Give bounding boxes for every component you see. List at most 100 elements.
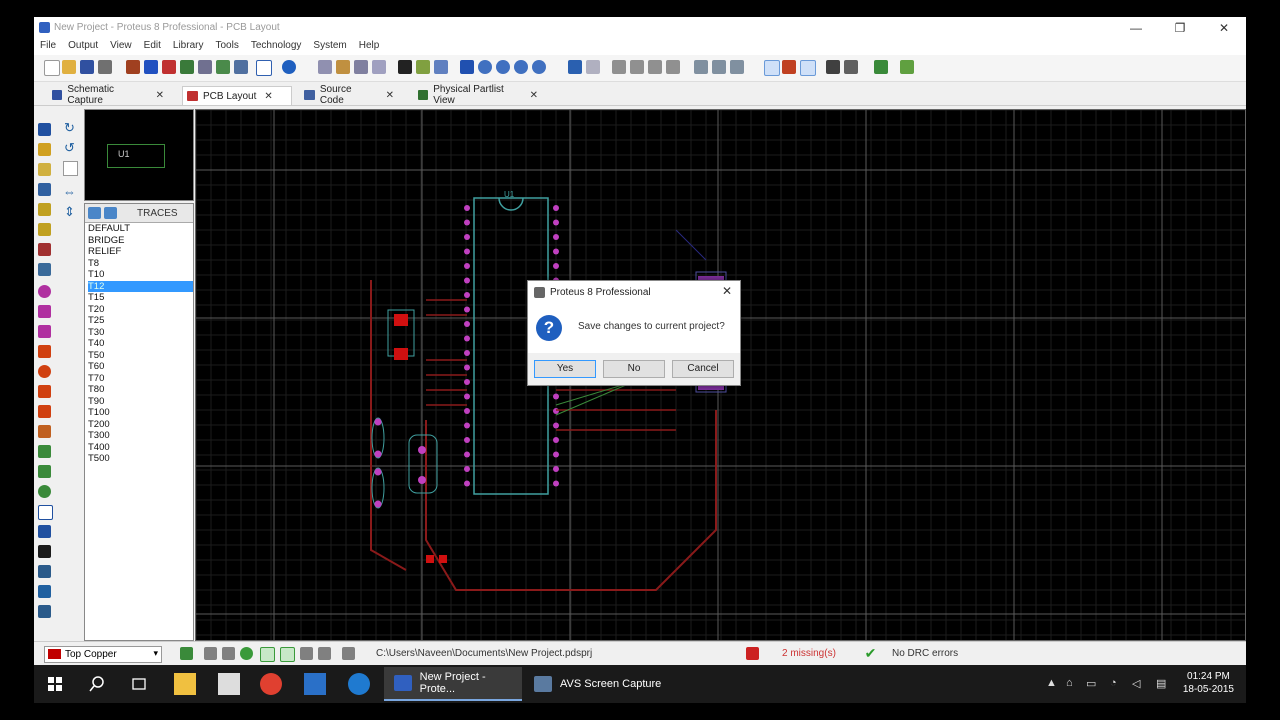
overview-preview[interactable]: U1 xyxy=(84,109,194,201)
new-file-icon[interactable] xyxy=(44,60,60,76)
layer-stack-icon[interactable] xyxy=(180,647,193,660)
square-pad-icon[interactable] xyxy=(38,305,51,318)
decompose-icon[interactable] xyxy=(730,60,744,74)
padstack-icon[interactable] xyxy=(38,425,51,438)
menu-tools[interactable]: Tools xyxy=(209,39,244,55)
origin-icon[interactable] xyxy=(416,60,430,74)
trace-item[interactable]: T50 xyxy=(88,350,193,362)
circular-smt-pad-icon[interactable] xyxy=(38,365,51,378)
drc-status[interactable]: No DRC errors xyxy=(892,648,958,659)
circle-icon[interactable] xyxy=(38,485,51,498)
step-icon[interactable] xyxy=(222,647,235,660)
mirror-y-icon[interactable]: ⇕ xyxy=(63,205,76,218)
trace-item[interactable]: BRIDGE xyxy=(88,235,193,247)
file-explorer-icon[interactable] xyxy=(174,673,196,695)
trace-item[interactable]: T12 xyxy=(88,280,193,292)
taskbar-item-avs[interactable]: AVS Screen Capture xyxy=(524,667,664,701)
zoom-out-icon[interactable] xyxy=(496,60,510,74)
minimize-button[interactable]: — xyxy=(1114,17,1158,39)
edge-connector-icon[interactable] xyxy=(38,345,51,358)
symbol-icon[interactable] xyxy=(38,565,51,578)
home-icon[interactable] xyxy=(126,60,140,74)
line-icon[interactable] xyxy=(38,445,51,458)
trace-item[interactable]: T60 xyxy=(88,361,193,373)
trace-item[interactable]: T20 xyxy=(88,304,193,316)
rotate-clockwise-icon[interactable]: ↻ xyxy=(63,121,76,134)
battery-icon[interactable]: ▭ xyxy=(1086,677,1096,690)
route-icon[interactable] xyxy=(260,647,275,662)
trace-item[interactable]: T8 xyxy=(88,258,193,270)
close-tab-icon[interactable]: ✕ xyxy=(530,90,538,101)
wifi-icon[interactable]: ◔ xyxy=(1110,677,1117,689)
zoom-all-icon[interactable] xyxy=(514,60,528,74)
no-button[interactable]: No xyxy=(603,360,665,378)
menu-library[interactable]: Library xyxy=(167,39,210,55)
close-button[interactable]: ✕ xyxy=(1202,17,1246,39)
run-icon[interactable] xyxy=(240,647,253,660)
print-icon[interactable] xyxy=(318,60,332,74)
round-pad-icon[interactable] xyxy=(38,285,51,298)
taskbar-item-proteus[interactable]: New Project - Prote... xyxy=(384,667,522,701)
net-icon[interactable] xyxy=(318,647,331,660)
tab-source-code[interactable]: Source Code ✕ xyxy=(300,84,400,106)
save-icon[interactable] xyxy=(80,60,94,74)
rect-smt-pad-icon[interactable] xyxy=(38,385,51,398)
grid-icon[interactable] xyxy=(354,60,368,74)
zone-mode-icon[interactable] xyxy=(38,223,51,236)
pick-trace-icon[interactable] xyxy=(88,207,101,219)
dil-pad-icon[interactable] xyxy=(38,325,51,338)
notification-icon[interactable]: ▤ xyxy=(1156,677,1166,690)
trace-item[interactable]: T70 xyxy=(88,373,193,385)
menu-help[interactable]: Help xyxy=(353,39,386,55)
close-tab-icon[interactable]: ✕ xyxy=(386,90,394,101)
schematic-icon[interactable] xyxy=(144,60,158,74)
layout-icon[interactable] xyxy=(300,647,313,660)
chevron-up-icon[interactable]: ▲ xyxy=(1046,677,1057,689)
pcb-icon[interactable] xyxy=(162,60,176,74)
edit-tool-icon[interactable] xyxy=(342,647,355,660)
marker-icon[interactable] xyxy=(38,585,51,598)
polygon-smt-pad-icon[interactable] xyxy=(38,405,51,418)
chrome-icon[interactable] xyxy=(260,673,282,695)
metric-icon[interactable] xyxy=(398,60,412,74)
trace-item[interactable]: T90 xyxy=(88,396,193,408)
trace-item[interactable]: RELIEF xyxy=(88,246,193,258)
missing-connections-icon[interactable] xyxy=(746,647,759,660)
missing-count[interactable]: 2 missing(s) xyxy=(782,648,836,659)
play-icon[interactable] xyxy=(204,647,217,660)
rotation-angle-input[interactable] xyxy=(63,161,78,176)
close-tab-icon[interactable]: ✕ xyxy=(264,91,272,102)
gerber-icon[interactable] xyxy=(198,60,212,74)
menu-system[interactable]: System xyxy=(307,39,352,55)
undo-icon[interactable] xyxy=(568,60,582,74)
menu-technology[interactable]: Technology xyxy=(245,39,308,55)
pan-icon[interactable] xyxy=(460,60,474,74)
menu-file[interactable]: File xyxy=(34,39,62,55)
trace-item[interactable]: DEFAULT xyxy=(88,223,193,235)
mirror-x-icon[interactable]: ⇔ xyxy=(63,185,76,198)
trace-item[interactable]: T10 xyxy=(88,269,193,281)
area-icon[interactable] xyxy=(336,60,350,74)
autorouter-icon[interactable] xyxy=(782,60,796,74)
menu-view[interactable]: View xyxy=(104,39,138,55)
property-assign-icon[interactable] xyxy=(826,60,840,74)
design-rule-icon[interactable] xyxy=(874,60,888,74)
copy-icon[interactable] xyxy=(630,60,644,74)
menu-output[interactable]: Output xyxy=(62,39,104,55)
trace-item[interactable]: T40 xyxy=(88,338,193,350)
yes-button[interactable]: Yes xyxy=(534,360,596,378)
cut-icon[interactable] xyxy=(612,60,626,74)
app-icon[interactable] xyxy=(304,673,326,695)
task-view-icon[interactable] xyxy=(128,673,150,695)
edit-icon[interactable] xyxy=(434,60,448,74)
windows-start-icon[interactable] xyxy=(44,673,66,695)
rotate-anticlockwise-icon[interactable]: ↺ xyxy=(63,141,76,154)
design-explorer-icon[interactable] xyxy=(234,60,248,74)
3d-view-icon[interactable] xyxy=(180,60,194,74)
track-mode-icon[interactable] xyxy=(38,183,51,196)
make-package-icon[interactable] xyxy=(712,60,726,74)
path-icon[interactable] xyxy=(38,525,51,538)
open-folder-icon[interactable] xyxy=(62,60,76,74)
menu-edit[interactable]: Edit xyxy=(138,39,167,55)
tab-pcb-layout[interactable]: PCB Layout ✕ xyxy=(182,86,292,105)
